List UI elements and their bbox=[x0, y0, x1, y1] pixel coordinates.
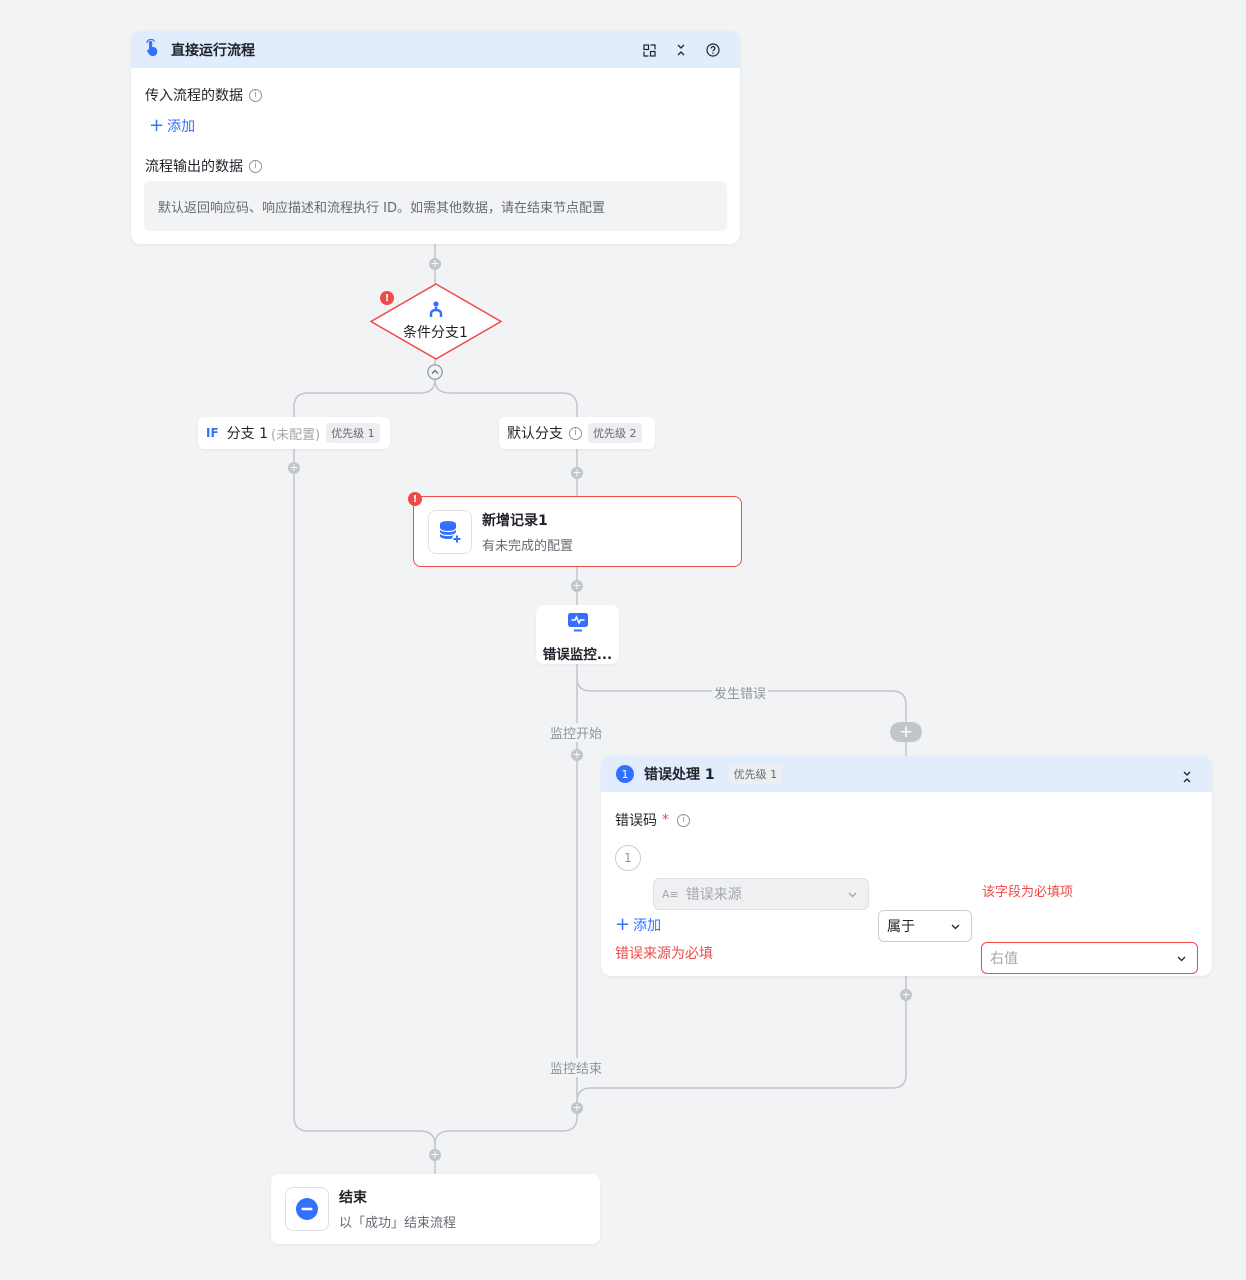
add-record-node[interactable]: 新增记录1 有未完成的配置 bbox=[413, 496, 742, 567]
right-value-placeholder: 右值 bbox=[990, 951, 1018, 967]
error-handler-header: 1 错误处理 1 优先级 1 bbox=[601, 756, 1212, 792]
output-data-label-text: 流程输出的数据 bbox=[145, 159, 243, 175]
collapse-branches-button[interactable] bbox=[427, 364, 443, 384]
end-node[interactable]: 结束 以「成功」结束流程 bbox=[271, 1174, 600, 1244]
chevron-collapse-icon[interactable] bbox=[1182, 768, 1192, 787]
error-handler-title: 错误处理 1 bbox=[644, 767, 715, 783]
monitor-icon bbox=[536, 611, 619, 637]
error-monitor-node[interactable]: 错误监控... bbox=[536, 605, 619, 664]
operator-value: 属于 bbox=[887, 919, 915, 935]
add-node-button[interactable]: + bbox=[288, 462, 300, 474]
edge-label-monitor-start: 监控开始 bbox=[548, 723, 605, 742]
plus-icon: + bbox=[149, 115, 165, 136]
priority-badge: 优先级 1 bbox=[326, 423, 380, 443]
condition-row-index: 1 bbox=[615, 845, 641, 871]
start-node-header: 直接运行流程 bbox=[131, 31, 740, 68]
add-node-button[interactable]: + bbox=[429, 1149, 441, 1161]
start-node-title: 直接运行流程 bbox=[171, 42, 255, 59]
source-error-text: 错误来源为必填 bbox=[615, 946, 713, 962]
add-node-button[interactable]: + bbox=[571, 1102, 583, 1114]
add-condition-label: 添加 bbox=[633, 918, 662, 934]
record-node-subtitle: 有未完成的配置 bbox=[482, 538, 574, 554]
right-value-error: 该字段为必填项 bbox=[982, 885, 1074, 900]
record-node-title: 新增记录1 bbox=[482, 512, 548, 529]
chevron-down-icon bbox=[847, 888, 858, 904]
chevron-collapse-icon[interactable] bbox=[672, 41, 690, 59]
error-handler-card[interactable]: 1 错误处理 1 优先级 1 错误码 * i 1 A≡ 错误来源 属于 右值 该… bbox=[601, 756, 1212, 976]
plus-icon: + bbox=[615, 914, 631, 935]
right-value-select[interactable]: 右值 bbox=[981, 942, 1198, 974]
chevron-down-icon bbox=[1176, 952, 1187, 968]
edge-label-error: 发生错误 bbox=[712, 683, 769, 702]
default-branch-chip[interactable]: 默认分支 i 优先级 2 bbox=[499, 417, 655, 449]
text-type-icon: A≡ bbox=[662, 887, 679, 901]
click-icon bbox=[145, 38, 161, 61]
help-icon[interactable] bbox=[704, 41, 722, 59]
info-icon[interactable]: i bbox=[677, 813, 690, 827]
chevron-down-icon bbox=[950, 920, 961, 936]
add-node-button[interactable]: + bbox=[571, 467, 583, 479]
database-add-icon bbox=[428, 509, 472, 554]
add-node-button[interactable]: + bbox=[429, 258, 441, 270]
monitor-node-title: 错误监控... bbox=[542, 647, 613, 663]
required-mark: * bbox=[662, 812, 669, 828]
input-data-label-text: 传入流程的数据 bbox=[145, 88, 243, 104]
condition-node-label: 条件分支1 bbox=[403, 325, 468, 341]
collapse-icon[interactable] bbox=[640, 41, 658, 59]
error-code-label-text: 错误码 bbox=[615, 813, 657, 829]
edge-label-monitor-end: 监控结束 bbox=[548, 1058, 605, 1077]
end-node-subtitle: 以「成功」结束流程 bbox=[339, 1216, 457, 1231]
branch-icon bbox=[427, 300, 445, 322]
if-tag: IF bbox=[206, 426, 219, 440]
left-value-placeholder: 错误来源 bbox=[685, 887, 742, 903]
error-code-label: 错误码 * i bbox=[615, 810, 690, 830]
info-icon[interactable]: i bbox=[249, 159, 262, 173]
output-data-label: 流程输出的数据 i bbox=[145, 156, 262, 176]
add-error-handler-button[interactable]: + bbox=[890, 722, 922, 742]
info-icon[interactable]: i bbox=[569, 426, 582, 440]
end-node-title: 结束 bbox=[339, 1190, 367, 1206]
add-node-button[interactable]: + bbox=[900, 989, 912, 1001]
left-value-select[interactable]: A≡ 错误来源 bbox=[653, 878, 869, 910]
if-branch-label: 分支 1 bbox=[226, 426, 269, 442]
priority-badge: 优先级 2 bbox=[588, 423, 642, 443]
error-badge-icon: ! bbox=[408, 492, 422, 506]
info-icon[interactable]: i bbox=[249, 88, 262, 102]
priority-badge: 优先级 1 bbox=[728, 764, 783, 784]
add-input-label: 添加 bbox=[167, 119, 196, 135]
add-node-button[interactable]: + bbox=[571, 749, 583, 761]
operator-select[interactable]: 属于 bbox=[878, 910, 972, 942]
if-branch-chip[interactable]: IF 分支 1 (未配置) 优先级 1 bbox=[198, 417, 390, 449]
handler-index-badge: 1 bbox=[616, 765, 634, 783]
input-data-label: 传入流程的数据 i bbox=[145, 85, 262, 105]
if-branch-note: (未配置) bbox=[271, 427, 321, 443]
start-node-card[interactable]: 直接运行流程 传入流程的数据 i + 添加 流程输出的数据 i 默认返回响应码、… bbox=[131, 31, 740, 244]
output-default-text: 默认返回响应码、响应描述和流程执行 ID。如需其他数据，请在结束节点配置 bbox=[144, 181, 727, 231]
add-input-button[interactable]: + 添加 bbox=[149, 116, 195, 136]
add-node-button[interactable]: + bbox=[571, 580, 583, 592]
default-branch-label: 默认分支 bbox=[507, 426, 563, 442]
error-badge-icon: ! bbox=[380, 291, 394, 305]
stop-icon bbox=[285, 1187, 329, 1231]
add-condition-button[interactable]: + 添加 bbox=[615, 915, 661, 935]
